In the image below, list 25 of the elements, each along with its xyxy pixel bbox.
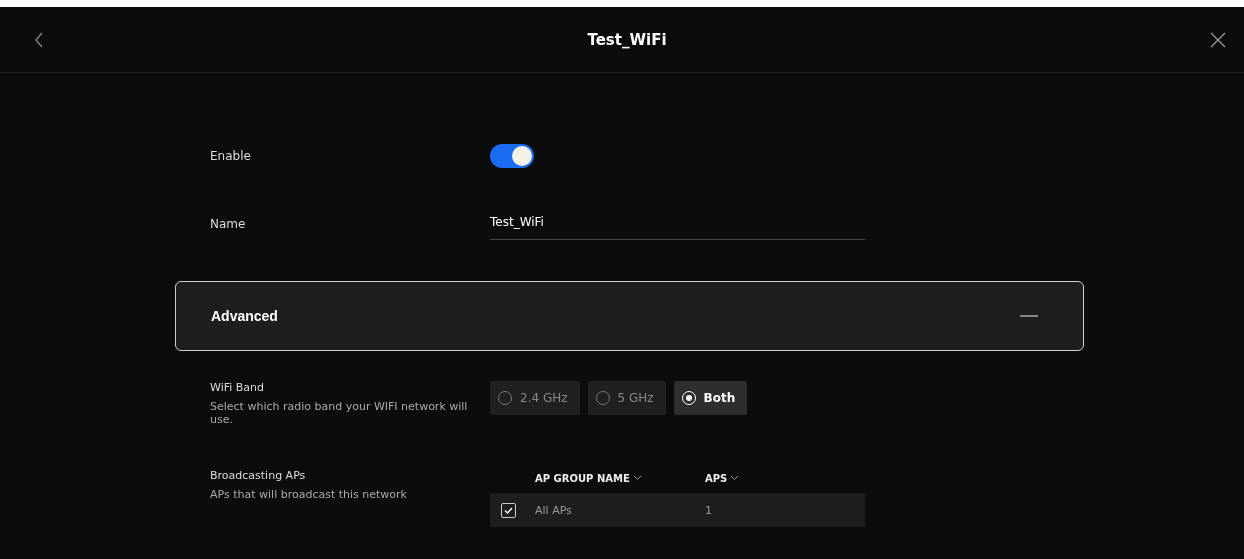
window-title: Test_WiFi <box>587 30 667 49</box>
band-option[interactable]: 5 GHz <box>587 381 666 415</box>
table-cell-text: 1 <box>705 503 713 517</box>
table-row[interactable]: All APs 1 <box>490 493 865 527</box>
check-icon <box>504 506 513 514</box>
chevron-down-icon <box>633 476 641 480</box>
name-field[interactable]: Test_WiFi <box>490 208 865 240</box>
row-checkbox[interactable] <box>501 502 516 518</box>
broadcasting-label: Broadcasting APs <box>210 469 307 482</box>
name-label: Name <box>210 217 247 231</box>
chevron-down-icon <box>731 476 739 480</box>
enable-toggle[interactable] <box>490 144 534 168</box>
band-option[interactable]: 2.4 GHz <box>490 381 580 415</box>
wifi-band-label: WiFi Band <box>210 381 265 394</box>
wifi-band-description: Select which radio band your WIFI network will use. <box>210 400 469 426</box>
column-header[interactable]: APS <box>705 472 805 484</box>
advanced-title: Advanced <box>211 308 278 324</box>
column-header[interactable]: AP GROUP NAME <box>535 472 705 484</box>
band-option[interactable]: Both <box>673 381 748 415</box>
table-cell-text: All APs <box>535 503 573 517</box>
close-icon <box>1210 31 1226 48</box>
broadcasting-description: APs that will broadcast this network <box>210 488 408 501</box>
back-icon <box>34 31 44 48</box>
enable-label: Enable <box>210 149 252 163</box>
advanced-section[interactable]: Advanced <box>175 281 1084 351</box>
